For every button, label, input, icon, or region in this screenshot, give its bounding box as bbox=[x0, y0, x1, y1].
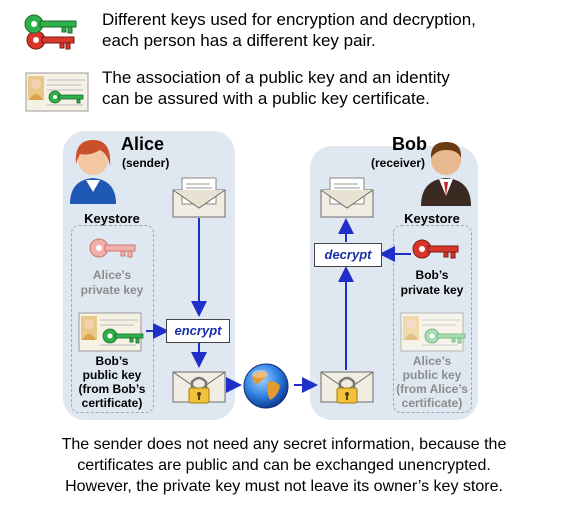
alice-locked-envelope-icon bbox=[172, 371, 226, 404]
bob-locked-envelope-icon bbox=[320, 371, 374, 404]
internet-globe-icon bbox=[243, 363, 289, 409]
bob-message-envelope-icon bbox=[320, 177, 374, 218]
footer-line-2: certificates are public and can be excha… bbox=[77, 457, 491, 474]
alice-message-envelope-icon bbox=[172, 177, 226, 218]
flow-arrows bbox=[146, 218, 411, 393]
footer-line-3: However, the private key must not leave … bbox=[65, 478, 503, 495]
encrypt-box: encrypt bbox=[166, 319, 230, 343]
decrypt-box: decrypt bbox=[314, 243, 382, 267]
footer-line-1: The sender does not need any secret info… bbox=[61, 436, 507, 453]
